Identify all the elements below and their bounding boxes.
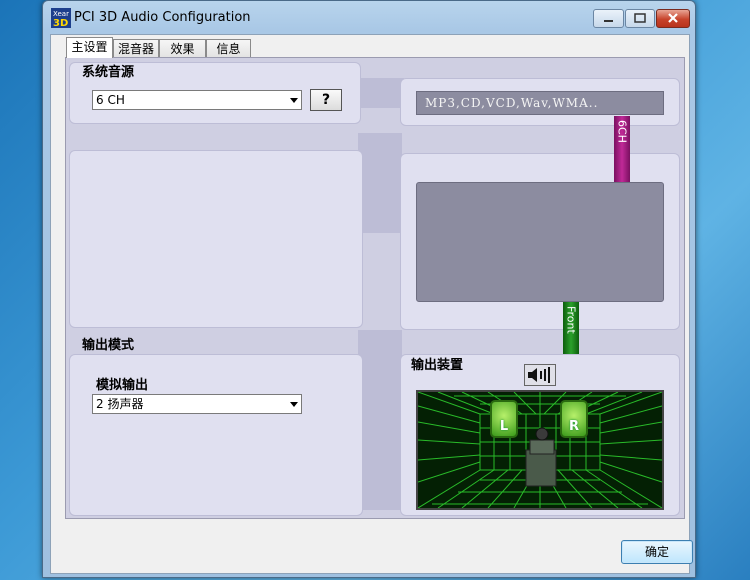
bar-front-label: Front [564,306,578,334]
close-button[interactable] [656,9,690,28]
output-mode-select[interactable]: 2 扬声器 [92,394,302,414]
maximize-button[interactable] [625,9,655,28]
svg-text:Xear: Xear [53,10,69,18]
window-title: PCI 3D Audio Configuration [74,10,251,25]
minimize-icon [604,20,613,22]
speaker-volume-icon [528,367,550,383]
speaker-test-button[interactable] [524,364,556,386]
tab-mixer[interactable]: 混音器 [113,39,159,57]
window-client-area: 主设置 混音器 效果 信息 系统音源 6 CH ? MP3,CD,VCD,Wav… [50,34,693,574]
main-settings-panel: 系统音源 6 CH ? MP3,CD,VCD,Wav,WMA.. 6CH Fro… [65,57,685,519]
app-window: Xear 3D PCI 3D Audio Configuration 主设置 混… [42,0,696,578]
svg-text:3D: 3D [53,18,68,28]
tab-main-settings[interactable]: 主设置 [66,37,113,58]
chevron-down-icon [290,98,298,103]
connector-top [356,78,404,108]
output-mode-heading: 输出模式 [82,338,135,353]
connector-middle [358,133,402,233]
tab-effects[interactable]: 效果 [159,39,206,57]
help-button[interactable]: ? [310,89,342,111]
analog-output-label: 模拟输出 [96,378,149,393]
title-bar[interactable]: Xear 3D PCI 3D Audio Configuration [43,1,695,35]
xear-3d-app-icon: Xear 3D [51,8,71,28]
system-audio-heading: 系统音源 [82,65,135,80]
left-blank-box [69,150,363,328]
maximize-icon [634,13,646,23]
tab-info[interactable]: 信息 [206,39,251,57]
source-display: MP3,CD,VCD,Wav,WMA.. [416,91,664,115]
bar-6ch: 6CH [614,116,630,182]
bar-6ch-label: 6CH [615,120,629,143]
processing-screen [416,182,664,302]
connector-bottom [358,330,402,510]
grid-room-graphic [418,392,662,508]
minimize-button[interactable] [593,9,624,28]
system-audio-select[interactable]: 6 CH [92,90,302,110]
speaker-left[interactable]: L [490,400,518,438]
close-icon [668,13,678,23]
ok-button[interactable]: 确定 [621,540,693,564]
speaker-right[interactable]: R [560,400,588,438]
chevron-down-icon [290,402,298,407]
output-device-heading: 输出装置 [411,358,464,373]
speaker-stage-view[interactable]: L R [416,390,664,510]
